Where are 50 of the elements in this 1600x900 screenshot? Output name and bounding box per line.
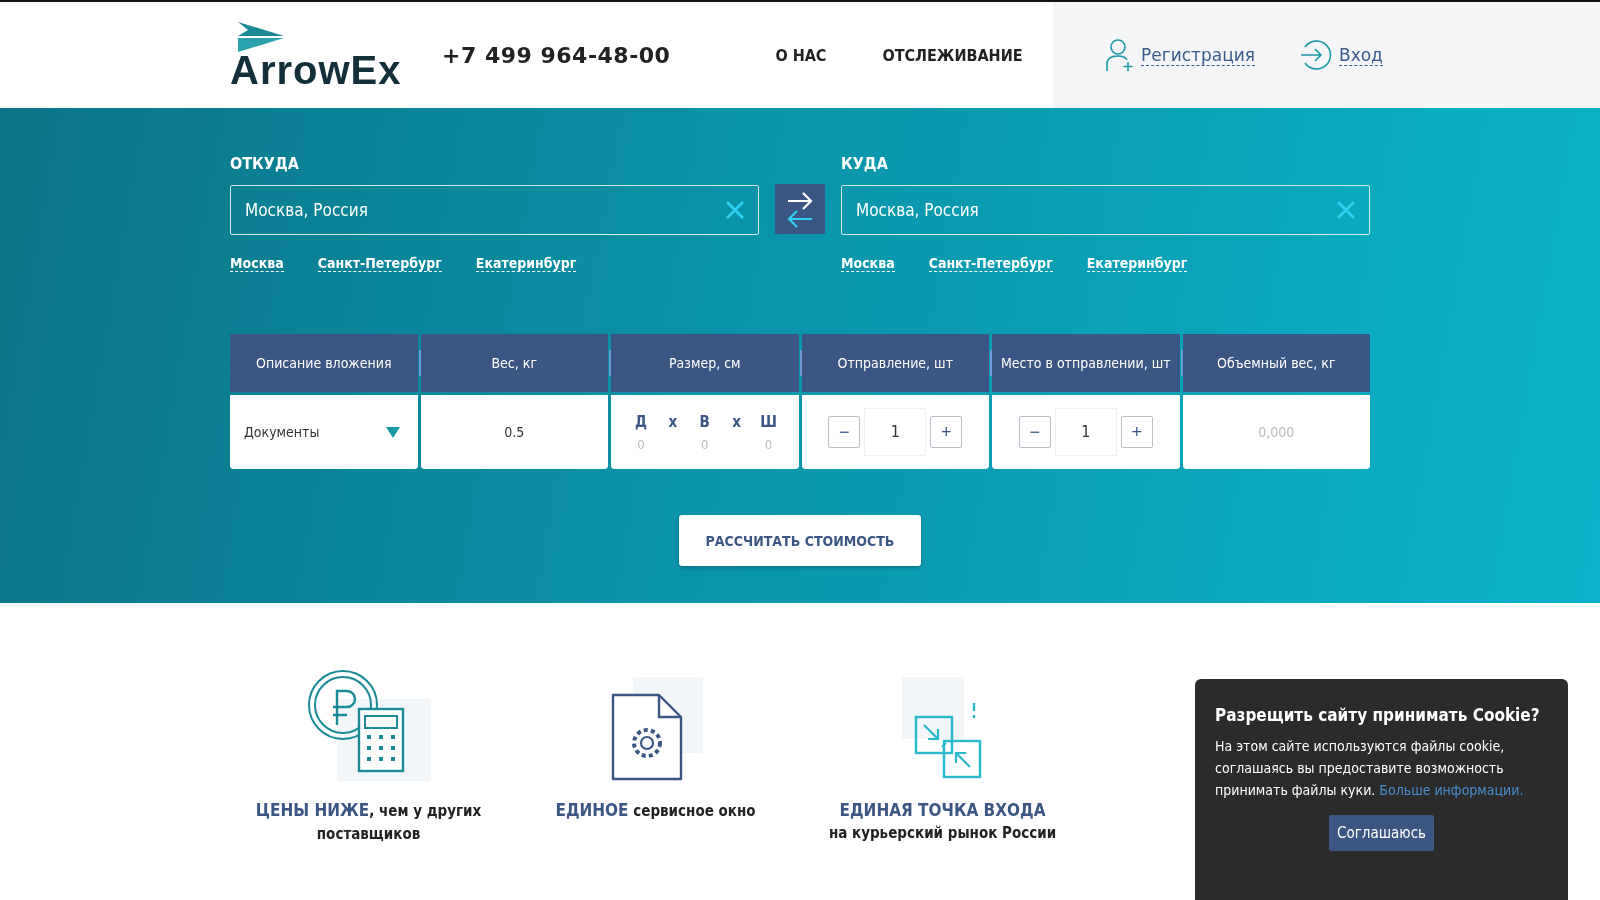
field-label: ОТКУДА	[230, 154, 300, 173]
column-header: Отправление, шт	[801, 334, 989, 392]
column-header: Объемный вес, кг	[1182, 334, 1370, 392]
calculator-coin-icon	[306, 669, 431, 781]
nav-link[interactable]: ОТСЛЕЖИВАНИЕ	[882, 45, 1023, 65]
city-link[interactable]: Екатеринбург	[475, 255, 577, 272]
decrement-button[interactable]: −	[1018, 416, 1051, 448]
column-header: Описание вложения	[230, 334, 418, 392]
sign-in-icon	[1299, 39, 1333, 71]
quantity-field[interactable]: 1	[864, 408, 927, 456]
city-field[interactable]: Москва, Россия	[230, 185, 760, 235]
decrement-button[interactable]: −	[828, 416, 861, 448]
accept-button[interactable]: Соглашаюсь	[1329, 815, 1434, 851]
city-link[interactable]: Москва	[230, 255, 284, 272]
dimension-label: Д	[633, 412, 648, 431]
dimension-label: х	[731, 412, 742, 431]
login-link[interactable]: Вход	[1339, 44, 1383, 66]
city-link[interactable]: Санкт-Петербург	[317, 255, 442, 272]
city-link[interactable]: Санкт-Петербург	[928, 255, 1053, 272]
dimension-label: В	[698, 412, 711, 431]
clear-icon[interactable]	[725, 200, 746, 220]
logo[interactable]: ArrowEx	[230, 22, 422, 88]
field-label: КУДА	[840, 154, 889, 173]
dimension-label: Ш	[759, 412, 778, 431]
cookie-text: На этом сайте используются файлы cookie, соглашаясь вы предоставите возможность принимать файлы куки. Больше информации.	[1215, 737, 1525, 800]
feature-text: ЦЕНЫ НИЖЕ, чем у других поставщиков	[254, 799, 483, 845]
increment-button[interactable]: +	[1120, 416, 1153, 448]
swap-arrows-icon	[786, 190, 814, 228]
phone-number: +7 499 964-48-00	[442, 42, 671, 68]
dropdown-arrow-icon	[385, 426, 400, 438]
cookie-title: Разрещить сайту принимать Cookie?	[1215, 705, 1541, 725]
city-link[interactable]: Москва	[840, 255, 895, 272]
quantity-field[interactable]: 1	[1054, 408, 1117, 456]
register-link[interactable]: Регистрация	[1141, 44, 1255, 66]
city-field[interactable]: Москва, Россия	[840, 185, 1370, 235]
increment-button[interactable]: +	[930, 416, 963, 448]
dimension-label: х	[667, 412, 679, 431]
column-header: Вес, кг	[420, 334, 608, 392]
user-add-icon	[1105, 38, 1135, 72]
clear-icon[interactable]	[1336, 200, 1356, 220]
nav-link[interactable]: О НАС	[775, 45, 827, 65]
calculate-button[interactable]: РАССЧИТАТЬ СТОИМОСТЬ	[679, 515, 921, 566]
more-info-link[interactable]: Больше информации.	[1379, 782, 1524, 798]
column-header: Размер, см	[611, 334, 799, 392]
weight-field[interactable]: 0.5	[504, 424, 525, 440]
swap-button[interactable]	[775, 184, 825, 234]
feature-text: ЕДИНОЕ сервисное окно	[554, 799, 757, 822]
volume-weight-field: 0,000	[1258, 424, 1295, 440]
feature-text: ЕДИНАЯ ТОЧКА ВХОДА на курьерский рынок России	[827, 799, 1058, 844]
column-header: Место в отправлении, шт	[992, 334, 1180, 392]
